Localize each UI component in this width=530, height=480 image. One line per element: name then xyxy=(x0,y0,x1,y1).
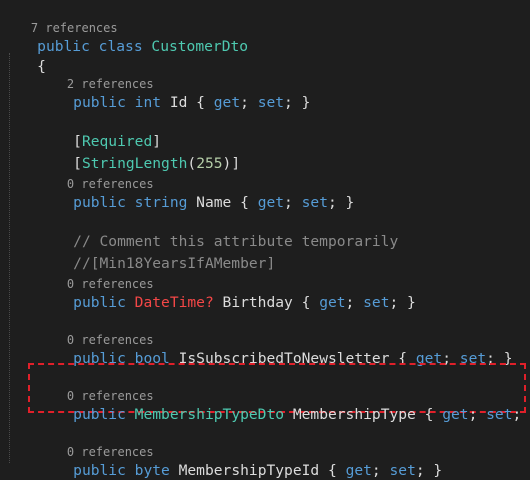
class-name: CustomerDto xyxy=(151,38,249,55)
code-line-attribute-stringlength[interactable]: [StringLength(255)] xyxy=(38,134,240,172)
property-tail: ; } xyxy=(512,406,522,423)
separator: ; xyxy=(468,406,487,423)
type-int: int xyxy=(134,94,162,111)
keyword-public: public xyxy=(73,194,126,211)
type-membershiptypedto: MembershipTypeDto xyxy=(134,406,285,423)
property-name: MembershipType { xyxy=(284,406,443,423)
code-line-class-declaration[interactable]: public class CustomerDto xyxy=(2,17,248,55)
code-line-comment[interactable]: // Comment this attribute temporarily xyxy=(38,212,398,250)
code-line-name-property[interactable]: public string Name { get; set; } xyxy=(38,173,354,211)
paren: )] xyxy=(222,155,241,172)
codelens-name-references[interactable]: 0 references xyxy=(38,154,154,191)
separator: ; xyxy=(371,462,390,479)
keyword-set: set xyxy=(301,194,328,211)
code-line-membershiptypeid-property[interactable]: public byte MembershipTypeId { get; set;… xyxy=(38,441,442,479)
codelens-membershiptypeid-references[interactable]: 0 references xyxy=(38,422,154,459)
keyword-public: public xyxy=(73,406,126,423)
code-line-newsletter-property[interactable]: public bool IsSubscribedToNewsletter { g… xyxy=(38,329,512,367)
keyword-get: get xyxy=(319,294,346,311)
keyword-public: public xyxy=(73,294,126,311)
codelens-class-references[interactable]: 7 references xyxy=(2,0,118,35)
keyword-public: public xyxy=(73,94,126,111)
paren: ( xyxy=(187,155,197,172)
codelens-birthday-references[interactable]: 0 references xyxy=(38,254,154,291)
property-name: Birthday { xyxy=(213,294,320,311)
separator: ; xyxy=(345,294,364,311)
property-tail: ; } xyxy=(415,462,443,479)
property-name: Name { xyxy=(187,194,258,211)
keyword-get: get xyxy=(257,194,285,211)
property-name: MembershipTypeId { xyxy=(169,462,346,479)
code-editor[interactable]: 7 references public class CustomerDto { … xyxy=(0,0,530,480)
property-name: Id { xyxy=(161,94,214,111)
keyword-get: get xyxy=(442,406,469,423)
keyword-set: set xyxy=(486,406,513,423)
separator: ; xyxy=(240,94,258,111)
keyword-public: public xyxy=(73,462,126,479)
codelens-newsletter-references[interactable]: 0 references xyxy=(38,310,154,347)
code-line-close-brace[interactable]: } xyxy=(2,459,46,479)
type-byte: byte xyxy=(134,462,170,479)
code-line-commented-attribute[interactable]: //[Min18YearsIfAMember] xyxy=(38,234,275,272)
separator: ; xyxy=(284,194,302,211)
keyword-get: get xyxy=(345,462,372,479)
code-line-attribute-required[interactable]: [Required] xyxy=(38,112,161,150)
code-line-membershiptype-property[interactable]: public MembershipTypeDto MembershipType … xyxy=(38,385,530,423)
type-datetime-unresolved: DateTime? xyxy=(134,294,214,311)
indent-guide xyxy=(9,53,10,463)
codelens-membershiptype-references[interactable]: 0 references xyxy=(38,366,154,403)
code-line-birthday-property[interactable]: public DateTime? Birthday { get; set; } xyxy=(38,273,416,311)
number-literal: 255 xyxy=(196,155,223,172)
property-tail: ; } xyxy=(389,294,416,311)
property-tail: ; } xyxy=(327,194,355,211)
keyword-set: set xyxy=(363,294,390,311)
keyword-set: set xyxy=(389,462,416,479)
keyword-set: set xyxy=(257,94,285,111)
code-line-id-property[interactable]: public int Id { get; set; } xyxy=(38,73,310,111)
keyword-class: class xyxy=(98,38,143,55)
property-tail: ; } xyxy=(284,94,311,111)
codelens-id-references[interactable]: 2 references xyxy=(38,54,154,91)
type-string: string xyxy=(134,194,188,211)
keyword-get: get xyxy=(213,94,241,111)
